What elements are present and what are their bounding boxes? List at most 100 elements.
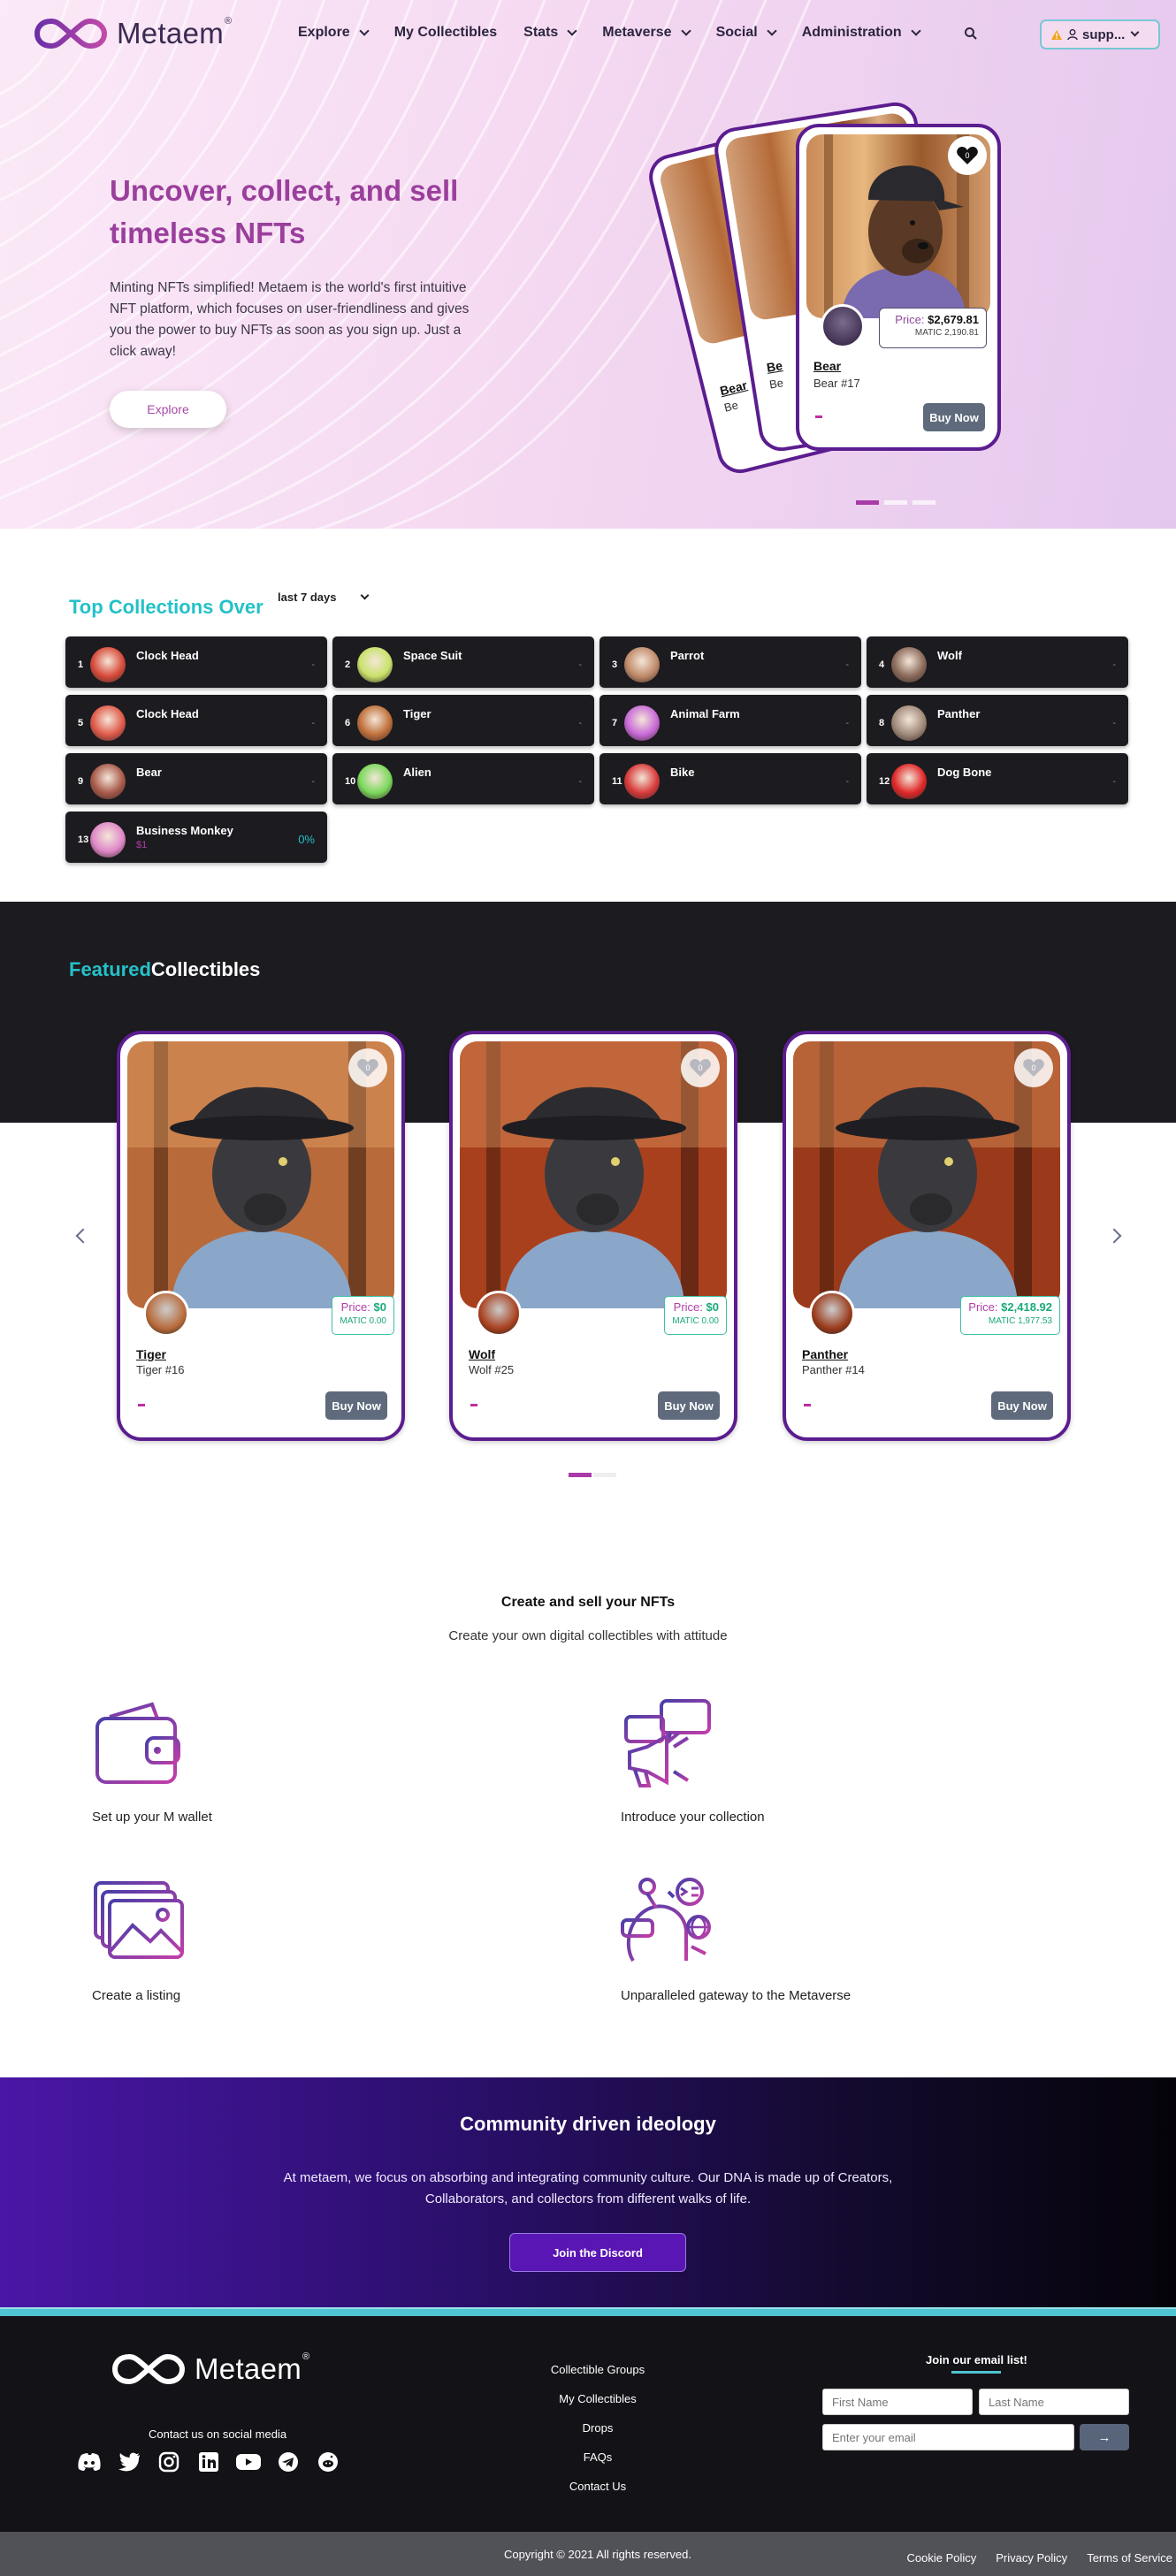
price-value: $2,418.92 [1001,1300,1052,1314]
nft-name[interactable]: Tiger [136,1347,166,1361]
nft-name[interactable]: Wolf [469,1347,495,1361]
nav-my-collectibles-label: My Collectibles [393,25,498,40]
footer-logo[interactable]: Metaem ® [111,2351,309,2387]
telegram-icon[interactable] [275,2449,302,2475]
last-name-field[interactable] [979,2389,1129,2415]
collection-name: Parrot [670,649,705,662]
nav-metaverse[interactable]: Metaverse [602,25,691,41]
twitter-icon[interactable] [116,2449,142,2475]
collection-item[interactable]: 8 Panther - [867,695,1128,746]
discord-icon[interactable] [76,2449,103,2475]
collection-item[interactable]: 12 Dog Bone - [867,753,1128,804]
cookie-policy-link[interactable]: Cookie Policy [907,2551,977,2565]
featured-card[interactable]: 0 Price: $0 MATIC 0.00 Tiger Tiger #16 Buy No… [117,1031,405,1441]
subscribe-button[interactable]: → [1080,2424,1129,2450]
collection-avatar [90,647,126,682]
collection-change: - [845,659,849,670]
buy-now-button[interactable]: Buy Now [923,403,985,431]
social-contact-label: Contact us on social media [149,2427,287,2441]
featured-card[interactable]: 0 Price: $2,418.92 MATIC 1,977.53 Panther Pa… [783,1031,1071,1441]
nav-explore[interactable]: Explore [298,25,370,41]
nft-name[interactable]: Bear [813,359,841,373]
footer-link-faqs[interactable]: FAQs [500,2450,696,2479]
carousel-dot[interactable] [856,500,879,505]
carousel-dot[interactable] [884,500,907,505]
collection-change: - [1112,718,1116,728]
collection-change: - [311,659,315,670]
collection-rank: 12 [879,776,890,787]
like-button[interactable]: 0 [681,1048,720,1087]
carousel-prev-arrow[interactable] [75,1228,91,1244]
collection-avatar [357,647,393,682]
carousel-next-arrow[interactable] [1106,1228,1122,1244]
like-button[interactable]: 0 [948,136,987,175]
price-value: $0 [706,1300,719,1314]
collection-item[interactable]: 13 Business Monkey $1 0% [65,812,327,863]
collection-item[interactable]: 1 Clock Head - [65,636,327,688]
collection-name: Business Monkey [136,824,233,837]
nav-stats[interactable]: Stats [523,25,577,41]
divider-strip [0,2307,1176,2316]
collection-avatar [624,705,660,741]
collection-item[interactable]: 6 Tiger - [332,695,594,746]
email-field[interactable] [822,2424,1074,2450]
nft-name: Be [765,358,784,375]
nft-name[interactable]: Panther [802,1347,848,1361]
instagram-icon[interactable] [156,2449,182,2475]
terms-of-service-link[interactable]: Terms of Service [1087,2551,1172,2565]
collection-item[interactable]: 10 Alien - [332,753,594,804]
hero-section: Metaem ® Explore My Collectibles Stats M… [0,0,1176,529]
buy-now-button[interactable]: Buy Now [991,1391,1053,1420]
explore-button[interactable]: Explore [110,391,226,428]
footer-link-contact-us[interactable]: Contact Us [500,2479,696,2508]
collection-item[interactable]: 11 Bike - [599,753,861,804]
user-name: supp... [1082,27,1126,42]
period-select[interactable]: last 7 days [278,591,369,604]
collection-rank: 1 [78,659,84,670]
top-collections-title: Top Collections Over [69,596,263,618]
nav-administration[interactable]: Administration [802,25,921,41]
like-count: 0 [698,1063,702,1072]
reddit-icon[interactable] [315,2449,341,2475]
price-box: Price: $0 MATIC 0.00 [332,1296,394,1335]
nav-my-collectibles[interactable]: My Collectibles [394,25,497,41]
price-matic: MATIC 1,977.53 [988,1316,1052,1326]
collection-item[interactable]: 7 Animal Farm - [599,695,861,746]
collection-rank: 10 [345,776,356,787]
privacy-policy-link[interactable]: Privacy Policy [996,2551,1067,2565]
like-button[interactable]: 0 [348,1048,387,1087]
collection-floor: $1 [136,840,148,850]
collection-item[interactable]: 3 Parrot - [599,636,861,688]
join-discord-button[interactable]: Join the Discord [509,2233,686,2272]
community-section: Community driven ideology At metaem, we … [0,2077,1176,2307]
search-icon[interactable] [964,27,978,41]
youtube-icon[interactable] [235,2449,262,2475]
like-button[interactable]: 0 [1014,1048,1053,1087]
nav-social[interactable]: Social [716,25,777,41]
featured-card[interactable]: 0 Price: $0 MATIC 0.00 Wolf Wolf #25 Buy Now [449,1031,737,1441]
collection-item[interactable]: 9 Bear - [65,753,327,804]
buy-now-button[interactable]: Buy Now [658,1391,720,1420]
price-value: $0 [373,1300,386,1314]
first-name-field[interactable] [822,2389,973,2415]
carousel-dot[interactable] [569,1473,592,1477]
user-icon [1067,29,1078,41]
footer-link-drops[interactable]: Drops [500,2420,696,2450]
wallet-icon [95,1702,180,1784]
price-box: Price: $2,418.92 MATIC 1,977.53 [960,1296,1060,1335]
footer-link-my-collectibles[interactable]: My Collectibles [500,2391,696,2420]
linkedin-icon[interactable] [195,2449,222,2475]
collection-item[interactable]: 4 Wolf - [867,636,1128,688]
featured-hero-card[interactable]: 0 Price: $2,679.81 MATIC 2,190.81 Bear B… [796,124,1001,451]
price-label: Price: [673,1300,703,1314]
collection-item[interactable]: 2 Space Suit - [332,636,594,688]
nft-subtitle: Wolf #25 [469,1363,515,1376]
brand-logo[interactable]: Metaem ® [34,16,232,51]
buy-now-button[interactable]: Buy Now [325,1391,387,1420]
carousel-dot[interactable] [593,1473,616,1477]
user-menu-button[interactable]: supp... [1040,19,1160,50]
footer-link-collectible-groups[interactable]: Collectible Groups [500,2362,696,2391]
collection-item[interactable]: 5 Clock Head - [65,695,327,746]
collection-name: Bear [136,766,162,779]
carousel-dot[interactable] [913,500,935,505]
